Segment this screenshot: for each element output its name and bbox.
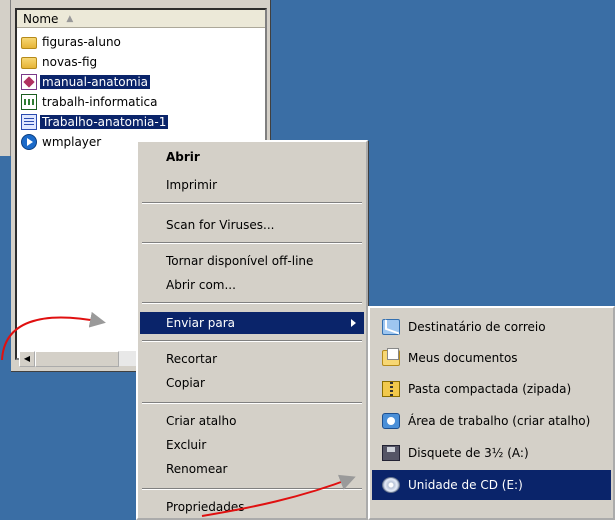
- list-item-selected[interactable]: Trabalho-anatomia-1: [19, 112, 264, 132]
- mail-recipient-icon: [382, 319, 400, 335]
- menu-item-rename[interactable]: Renomear: [140, 458, 364, 480]
- my-documents-icon: [382, 348, 400, 366]
- submenu-arrow-icon: [351, 319, 356, 327]
- cd-drive-icon: [382, 477, 400, 493]
- menu-separator: [142, 340, 362, 342]
- menu-item-open-with[interactable]: Abrir com...: [140, 274, 364, 296]
- spreadsheet-file-icon: [21, 94, 37, 110]
- file-list: figuras-aluno novas-fig manual-anatomia …: [19, 32, 264, 152]
- file-name: figuras-aluno: [42, 35, 121, 49]
- menu-item-send-to[interactable]: Enviar para: [140, 312, 364, 334]
- menu-item-create-shortcut[interactable]: Criar atalho: [140, 410, 364, 432]
- background-window-edge: [0, 0, 11, 156]
- file-name: wmplayer: [42, 135, 102, 149]
- submenu-item-label: Unidade de CD (E:): [408, 478, 523, 492]
- menu-item-cut[interactable]: Recortar: [140, 348, 364, 370]
- submenu-item-zip-folder[interactable]: Pasta compactada (zipada): [372, 374, 611, 404]
- menu-item-properties[interactable]: Propriedades: [140, 496, 364, 518]
- list-item-selected[interactable]: manual-anatomia: [19, 72, 264, 92]
- desktop-icon: [382, 413, 400, 429]
- scrollbar-thumb[interactable]: [35, 351, 119, 367]
- context-menu: Abrir Imprimir Scan for Viruses... Torna…: [136, 140, 368, 520]
- menu-item-scan-viruses[interactable]: Scan for Viruses...: [140, 214, 364, 236]
- column-header-label: Nome: [23, 11, 59, 26]
- menu-item-open[interactable]: Abrir: [140, 146, 364, 168]
- pdf-file-icon: [21, 74, 37, 90]
- submenu-item-floppy[interactable]: Disquete de 3½ (A:): [372, 438, 611, 468]
- submenu-item-label: Meus documentos: [408, 351, 518, 365]
- document-file-icon: [21, 114, 37, 130]
- submenu-item-mail-recipient[interactable]: Destinatário de correio: [372, 312, 611, 342]
- file-name: novas-fig: [42, 55, 98, 69]
- submenu-item-my-documents[interactable]: Meus documentos: [372, 343, 611, 373]
- submenu-item-label: Disquete de 3½ (A:): [408, 446, 529, 460]
- file-name: manual-anatomia: [40, 75, 151, 89]
- floppy-drive-icon: [382, 445, 400, 461]
- menu-separator: [142, 302, 362, 304]
- file-name: Trabalho-anatomia-1: [40, 115, 169, 129]
- sort-ascending-icon: ▲: [66, 13, 74, 24]
- list-item[interactable]: novas-fig: [19, 52, 264, 72]
- submenu-item-desktop-shortcut[interactable]: Área de trabalho (criar atalho): [372, 406, 611, 436]
- menu-item-print[interactable]: Imprimir: [140, 174, 364, 196]
- menu-separator: [142, 402, 362, 404]
- submenu-item-cd-drive[interactable]: Unidade de CD (E:): [372, 470, 611, 500]
- send-to-submenu: Destinatário de correio Meus documentos …: [368, 306, 615, 520]
- column-header-name[interactable]: Nome ▲: [17, 10, 265, 28]
- folder-icon: [21, 37, 37, 49]
- menu-item-copy[interactable]: Copiar: [140, 372, 364, 394]
- media-player-icon: [21, 134, 37, 150]
- menu-item-make-offline[interactable]: Tornar disponível off-line: [140, 250, 364, 272]
- file-name: trabalh-informatica: [42, 95, 158, 109]
- submenu-item-label: Pasta compactada (zipada): [408, 382, 572, 396]
- desktop-area: [0, 156, 11, 520]
- submenu-item-label: Área de trabalho (criar atalho): [408, 414, 591, 428]
- scroll-left-arrow-icon[interactable]: ◀: [19, 351, 35, 367]
- menu-item-delete[interactable]: Excluir: [140, 434, 364, 456]
- menu-separator: [142, 488, 362, 490]
- menu-item-send-to-label: Enviar para: [166, 316, 235, 330]
- folder-icon: [21, 57, 37, 69]
- menu-separator: [142, 202, 362, 204]
- zip-folder-icon: [382, 381, 400, 397]
- menu-separator: [142, 242, 362, 244]
- list-item[interactable]: figuras-aluno: [19, 32, 264, 52]
- submenu-item-label: Destinatário de correio: [408, 320, 546, 334]
- list-item[interactable]: trabalh-informatica: [19, 92, 264, 112]
